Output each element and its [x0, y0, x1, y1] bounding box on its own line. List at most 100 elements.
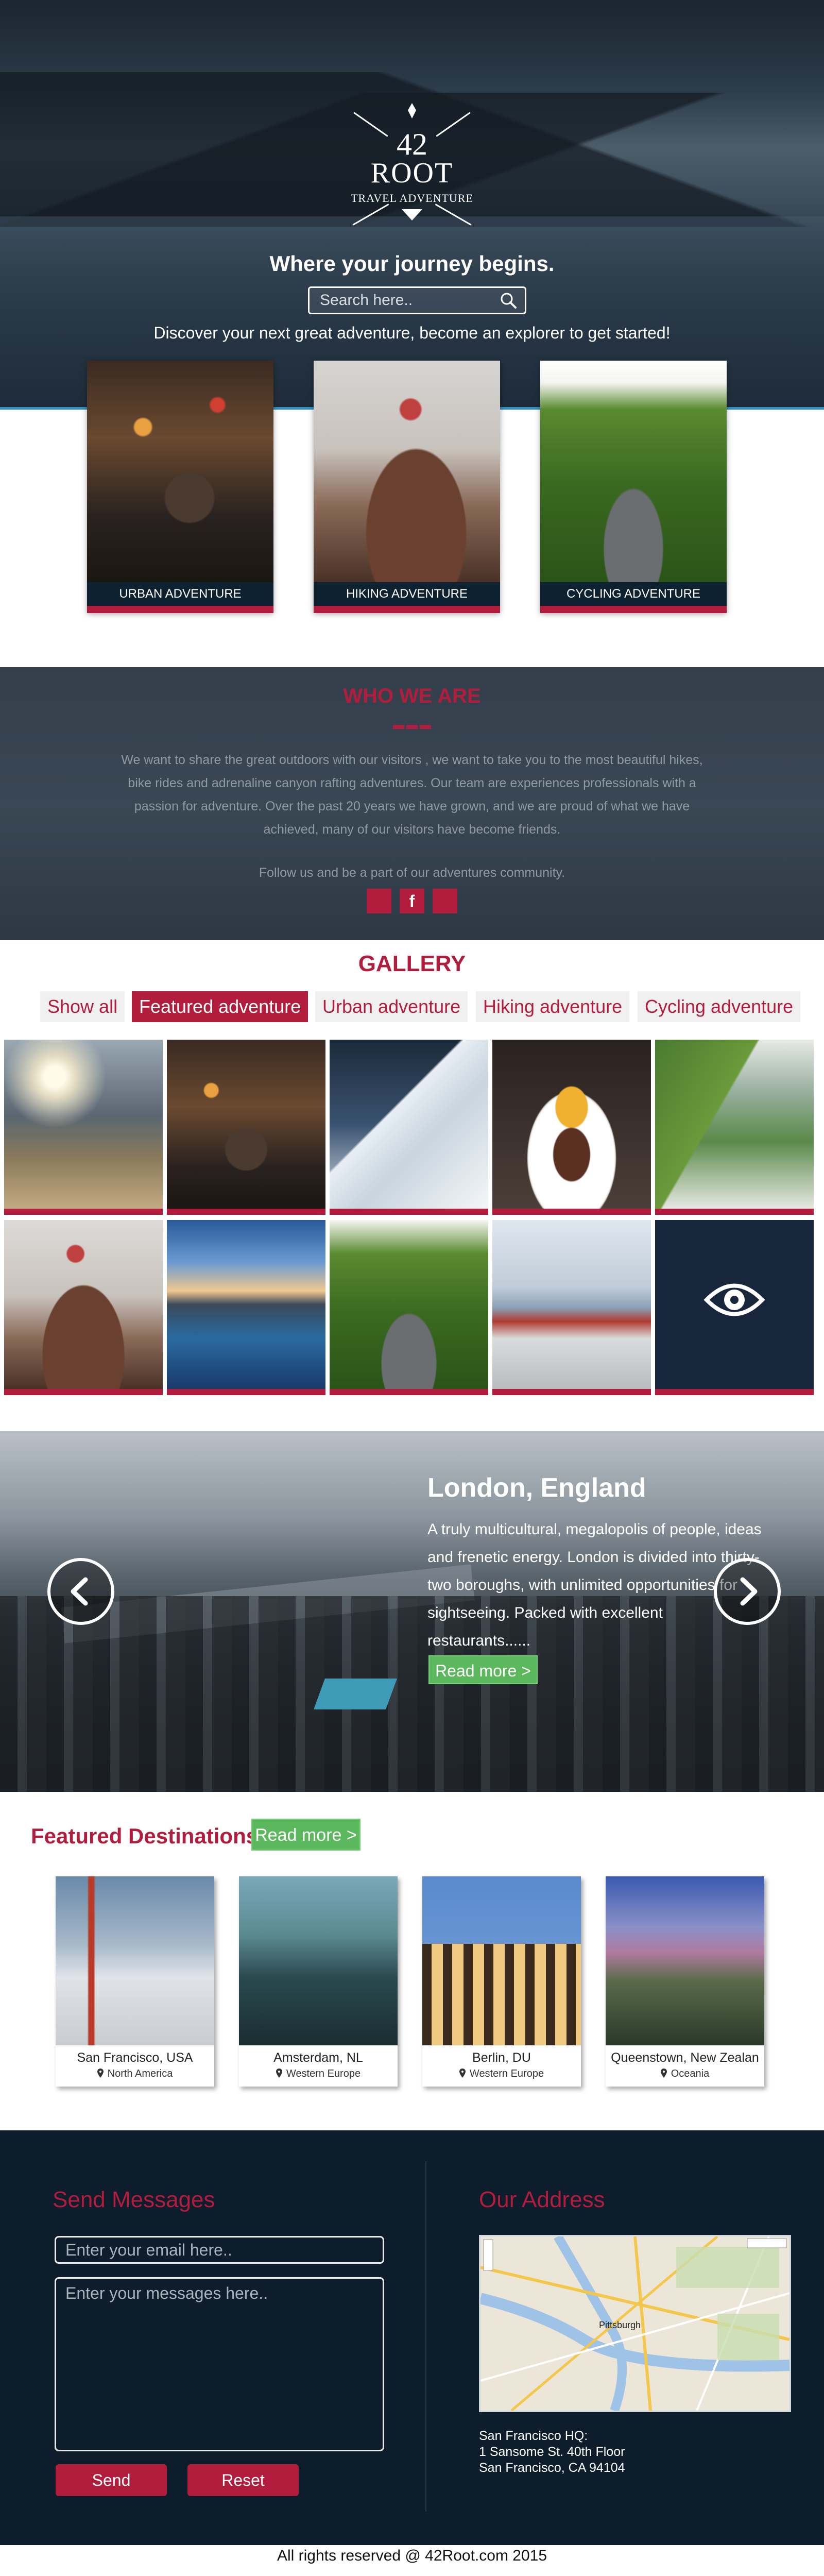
lake-reflection-photo: [167, 1220, 325, 1389]
slide-read-more-button[interactable]: Read more >: [428, 1655, 538, 1684]
search-box[interactable]: [308, 286, 526, 314]
gallery-accent-bar: [492, 1209, 651, 1215]
gallery-item-overlay[interactable]: [655, 1220, 814, 1395]
follow-text: Follow us and be a part of our adventure…: [259, 866, 565, 880]
chevron-left-icon: [71, 1577, 88, 1606]
gallery-item[interactable]: [167, 1040, 325, 1215]
send-button[interactable]: Send: [56, 2464, 167, 2496]
gallery-accent-bar: [492, 1389, 651, 1395]
destination-card[interactable]: Amsterdam, NL Western Europe: [239, 1876, 398, 2087]
slider-pool: [314, 1679, 397, 1709]
destination-card[interactable]: Queenstown, New Zealan Oceania: [606, 1876, 764, 2087]
logo-number: 42: [397, 127, 427, 161]
gallery-item[interactable]: [4, 1220, 163, 1395]
destination-name: Queenstown, New Zealan: [611, 2050, 759, 2065]
about-title: WHO WE ARE: [343, 685, 481, 707]
location-pin-icon: [660, 2069, 667, 2078]
featured-title: Featured Destinations: [31, 1824, 259, 1848]
gallery-accent-bar: [167, 1209, 325, 1215]
site-logo[interactable]: 42 ROOT TRAVEL ADVENTURE: [340, 103, 484, 227]
category-accent-bar: [87, 606, 273, 613]
about-line: achieved, many of our visitors have beco…: [263, 822, 561, 837]
gallery-item[interactable]: [655, 1040, 814, 1215]
category-accent-bar: [314, 606, 500, 613]
map-graphic: Pittsburgh: [480, 2236, 789, 2411]
gallery-item[interactable]: [167, 1220, 325, 1395]
message-field[interactable]: [55, 2277, 384, 2451]
golden-gate-photo: [56, 1876, 214, 2045]
gallery-title: GALLERY: [358, 951, 466, 976]
gallery-item[interactable]: [330, 1040, 488, 1215]
cycling-photo: [540, 361, 727, 582]
urban-photo: [167, 1040, 325, 1209]
arrowhead-icon: [408, 103, 416, 118]
coast-cliff-photo: [655, 1040, 814, 1209]
facebook-icon[interactable]: f: [400, 889, 424, 913]
gallery-item[interactable]: [492, 1220, 651, 1395]
destination-region: North America: [56, 2068, 214, 2080]
logo-arrow-icon: [435, 204, 472, 226]
featured-read-more-button[interactable]: Read more >: [251, 1819, 360, 1851]
logo-arrow-icon: [352, 204, 389, 226]
amsterdam-photo: [239, 1876, 398, 2045]
location-pin-icon: [97, 2069, 104, 2078]
chevron-right-icon: [740, 1577, 758, 1606]
slider-prev-button[interactable]: [47, 1558, 114, 1625]
gallery-accent-bar: [655, 1209, 814, 1215]
filter-show-all[interactable]: Show all: [40, 991, 125, 1022]
search-icon[interactable]: [499, 291, 518, 310]
email-field[interactable]: [55, 2236, 384, 2264]
destination-card[interactable]: San Francisco, USA North America: [56, 1876, 214, 2087]
filter-urban[interactable]: Urban adventure: [315, 991, 468, 1022]
gallery-accent-bar: [655, 1389, 814, 1395]
gallery-item[interactable]: [4, 1040, 163, 1215]
beach-sun-photo: [4, 1040, 163, 1209]
address-line: San Francisco HQ:: [479, 2429, 588, 2443]
slide-title: London, England: [427, 1473, 646, 1503]
filter-hiking[interactable]: Hiking adventure: [476, 991, 630, 1022]
title-dash: [406, 725, 418, 729]
about-copy: We want to share the great outdoors with…: [103, 749, 721, 841]
column-divider: [425, 2161, 426, 2512]
filter-featured[interactable]: Featured adventure: [132, 991, 308, 1022]
urban-photo: [87, 361, 273, 582]
hiking-photo: [314, 361, 500, 582]
destination-name: Amsterdam, NL: [273, 2050, 363, 2065]
gallery-accent-bar: [330, 1209, 488, 1215]
logo-tagline: TRAVEL ADVENTURE: [351, 192, 473, 205]
address-line: 1 Sansome St. 40th Floor: [479, 2445, 625, 2459]
gallery-accent-bar: [167, 1389, 325, 1395]
address-line: San Francisco, CA 94104: [479, 2461, 625, 2475]
map-city-label: Pittsburgh: [599, 2320, 641, 2330]
gallery-accent-bar: [4, 1209, 163, 1215]
destination-region-label: North America: [107, 2068, 173, 2079]
page: 42 ROOT TRAVEL ADVENTURE Where your jour…: [0, 0, 824, 2576]
destination-card[interactable]: Berlin, DU Western Europe: [422, 1876, 581, 2087]
logo-name: ROOT: [370, 157, 454, 189]
category-accent-bar: [540, 606, 727, 613]
destination-slider: London, England A truly multicultural, m…: [0, 1431, 824, 1792]
location-map[interactable]: Pittsburgh: [479, 2235, 791, 2412]
category-card-hiking[interactable]: HIKING ADVENTURE: [314, 361, 500, 613]
contact-section: Send Messages Send Reset Our Address Pit…: [0, 2130, 824, 2545]
category-label: CYCLING ADVENTURE: [540, 582, 727, 606]
address-block: San Francisco HQ: 1 Sansome St. 40th Flo…: [479, 2428, 625, 2476]
about-line: We want to share the great outdoors with…: [121, 753, 703, 767]
social-link-icon[interactable]: [367, 889, 391, 913]
slider-next-button[interactable]: [714, 1558, 781, 1625]
gallery-accent-bar: [4, 1389, 163, 1395]
category-card-cycling[interactable]: CYCLING ADVENTURE: [540, 361, 727, 613]
about-line: passion for adventure. Over the past 20 …: [134, 799, 690, 814]
search-input[interactable]: [310, 288, 495, 313]
reset-button[interactable]: Reset: [187, 2464, 299, 2496]
category-card-urban[interactable]: URBAN ADVENTURE: [87, 361, 273, 613]
location-pin-icon: [459, 2069, 466, 2078]
gallery-item[interactable]: [492, 1040, 651, 1215]
eye-icon[interactable]: [703, 1277, 765, 1323]
filter-cycling[interactable]: Cycling adventure: [638, 991, 801, 1022]
brandenburg-gate-photo: [422, 1876, 581, 2045]
hiking-photo: [4, 1220, 163, 1389]
social-link-icon[interactable]: [433, 889, 457, 913]
destination-region: Western Europe: [422, 2068, 581, 2080]
gallery-item[interactable]: [330, 1220, 488, 1395]
